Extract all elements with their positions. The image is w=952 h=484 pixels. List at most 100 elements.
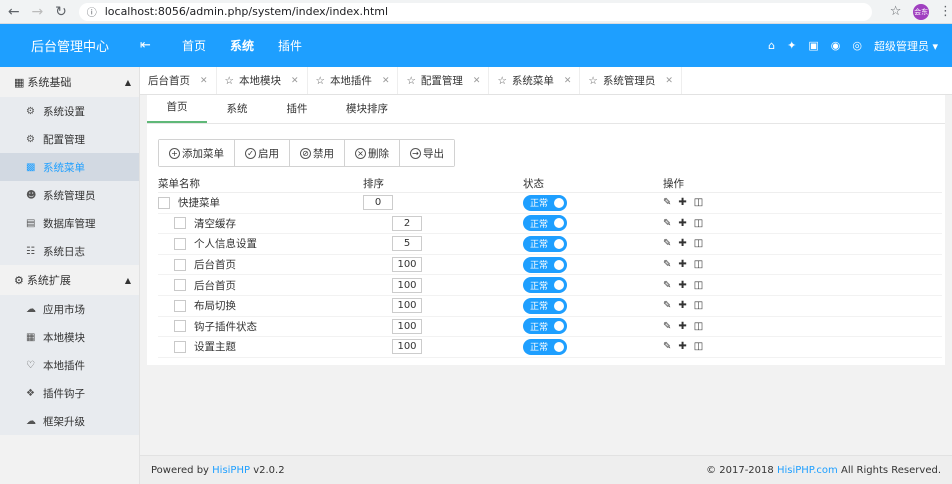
close-icon[interactable]: ✕ [473, 76, 481, 86]
close-icon[interactable]: ✕ [382, 76, 390, 86]
edit-icon[interactable]: ✎ [663, 280, 671, 291]
status-toggle[interactable]: 正常 [523, 318, 567, 335]
clean-icon[interactable]: ✦ [787, 39, 796, 52]
status-toggle[interactable]: 正常 [523, 256, 567, 273]
tab-admins[interactable]: ☆ 系统管理员 ✕ [580, 67, 682, 94]
row-checkbox[interactable] [174, 237, 186, 250]
row-checkbox[interactable] [174, 299, 186, 312]
status-toggle[interactable]: 正常 [523, 235, 567, 252]
add-child-icon[interactable]: ✚ [678, 341, 686, 352]
edit-icon[interactable]: ✎ [663, 259, 671, 270]
sidebar-item-config[interactable]: ⚙ 配置管理 [0, 125, 139, 153]
sidebar-item-local-modules[interactable]: ▦ 本地模块 [0, 323, 139, 351]
trash-icon[interactable]: ◫ [694, 300, 703, 311]
edit-icon[interactable]: ✎ [663, 341, 671, 352]
add-child-icon[interactable]: ✚ [678, 259, 686, 270]
status-toggle[interactable]: 正常 [523, 338, 567, 355]
sort-input[interactable]: 100 [392, 257, 422, 273]
tab-config[interactable]: ☆ 配置管理 ✕ [398, 67, 490, 94]
disable-button[interactable]: ⊘ 禁用 [290, 140, 345, 166]
delete-button[interactable]: × 删除 [345, 140, 400, 166]
edit-icon[interactable]: ✎ [663, 300, 671, 311]
status-toggle[interactable]: 正常 [523, 297, 567, 314]
sort-input[interactable]: 0 [363, 195, 393, 211]
subtab-plugins[interactable]: 插件 [267, 101, 327, 123]
forward-icon[interactable]: → [28, 2, 48, 22]
edit-icon[interactable]: ✎ [663, 218, 671, 229]
add-child-icon[interactable]: ✚ [678, 197, 686, 208]
trash-icon[interactable]: ◫ [694, 341, 703, 352]
address-bar[interactable]: ⓘ localhost:8056/admin.php/system/index/… [78, 2, 872, 21]
topnav-home[interactable]: 首页 [170, 37, 218, 54]
sidebar-item-app-market[interactable]: ☁ 应用市场 [0, 295, 139, 323]
sidebar-item-hooks[interactable]: ❖ 插件钩子 [0, 379, 139, 407]
sort-input[interactable]: 100 [392, 318, 422, 334]
close-icon[interactable]: ✕ [665, 76, 673, 86]
edit-icon[interactable]: ✎ [663, 321, 671, 332]
trash-icon[interactable]: ◫ [694, 197, 703, 208]
edit-icon[interactable]: ✎ [663, 238, 671, 249]
sort-input[interactable]: 5 [392, 236, 422, 252]
sort-input[interactable]: 100 [392, 277, 422, 293]
sidebar-group-extend[interactable]: ⚙ 系统扩展 ▲ [0, 265, 139, 295]
sidebar-item-system-menu[interactable]: ▩ 系统菜单 [0, 153, 139, 181]
reload-icon[interactable]: ↻ [51, 2, 71, 22]
row-checkbox[interactable] [174, 340, 186, 353]
add-child-icon[interactable]: ✚ [678, 321, 686, 332]
trash-icon[interactable]: ◫ [694, 259, 703, 270]
enable-button[interactable]: ✓ 启用 [235, 140, 290, 166]
sort-input[interactable]: 100 [392, 298, 422, 314]
edit-icon[interactable]: ✎ [663, 197, 671, 208]
sidebar-item-database[interactable]: ▤ 数据库管理 [0, 209, 139, 237]
trash-icon[interactable]: ◫ [694, 280, 703, 291]
status-toggle[interactable]: 正常 [523, 277, 567, 294]
close-icon[interactable]: ✕ [291, 76, 299, 86]
export-button[interactable]: → 导出 [400, 140, 454, 166]
theme-icon[interactable]: ◉ [831, 39, 841, 52]
topnav-plugins[interactable]: 插件 [266, 37, 314, 54]
subtab-home[interactable]: 首页 [147, 99, 207, 123]
sidebar-group-basic[interactable]: ▦ 系统基础 ▲ [0, 67, 139, 97]
sort-input[interactable]: 100 [392, 339, 422, 355]
tab-system-menu[interactable]: ☆ 系统菜单 ✕ [489, 67, 581, 94]
back-icon[interactable]: ← [4, 2, 24, 22]
add-child-icon[interactable]: ✚ [678, 300, 686, 311]
sidebar-toggle-icon[interactable]: ⇤ [140, 38, 160, 53]
sort-input[interactable]: 2 [392, 215, 422, 231]
tab-local-plugins[interactable]: ☆ 本地插件 ✕ [308, 67, 399, 94]
row-checkbox[interactable] [174, 217, 186, 230]
language-icon[interactable]: ◎ [852, 39, 862, 52]
user-menu[interactable]: 超级管理员 ▾ [874, 38, 938, 54]
sidebar-item-system-settings[interactable]: ⚙ 系统设置 [0, 97, 139, 125]
close-icon[interactable]: ✕ [564, 76, 572, 86]
topnav-system[interactable]: 系统 [218, 37, 266, 54]
home-icon[interactable]: ⌂ [768, 39, 775, 52]
row-checkbox[interactable] [174, 320, 186, 333]
profile-avatar[interactable]: 会东 [913, 3, 929, 20]
row-checkbox[interactable] [174, 258, 186, 271]
row-checkbox[interactable] [174, 279, 186, 292]
sidebar-item-admins[interactable]: ☻ 系统管理员 [0, 181, 139, 209]
add-child-icon[interactable]: ✚ [678, 238, 686, 249]
add-child-icon[interactable]: ✚ [678, 218, 686, 229]
tab-dashboard[interactable]: 后台首页 ✕ [140, 67, 217, 94]
trash-icon[interactable]: ◫ [694, 238, 703, 249]
close-icon[interactable]: ✕ [200, 76, 208, 86]
sidebar-item-local-plugins[interactable]: ♡ 本地插件 [0, 351, 139, 379]
add-menu-button[interactable]: + 添加菜单 [159, 140, 235, 166]
status-toggle[interactable]: 正常 [523, 194, 567, 211]
hisiphp-link[interactable]: HisiPHP [212, 465, 250, 476]
sidebar-item-logs[interactable]: ☷ 系统日志 [0, 237, 139, 265]
row-checkbox[interactable] [158, 196, 170, 209]
trash-icon[interactable]: ◫ [694, 321, 703, 332]
add-child-icon[interactable]: ✚ [678, 280, 686, 291]
lock-icon[interactable]: ▣ [808, 39, 818, 52]
trash-icon[interactable]: ◫ [694, 218, 703, 229]
subtab-system[interactable]: 系统 [207, 101, 267, 123]
bookmark-star-icon[interactable]: ☆ [890, 4, 902, 19]
status-toggle[interactable]: 正常 [523, 215, 567, 232]
hisiphp-site-link[interactable]: HisiPHP.com [777, 465, 838, 476]
subtab-module-sort[interactable]: 模块排序 [327, 101, 407, 123]
tab-local-modules[interactable]: ☆ 本地模块 ✕ [217, 67, 308, 94]
browser-menu-icon[interactable]: ⋮ [939, 4, 952, 19]
